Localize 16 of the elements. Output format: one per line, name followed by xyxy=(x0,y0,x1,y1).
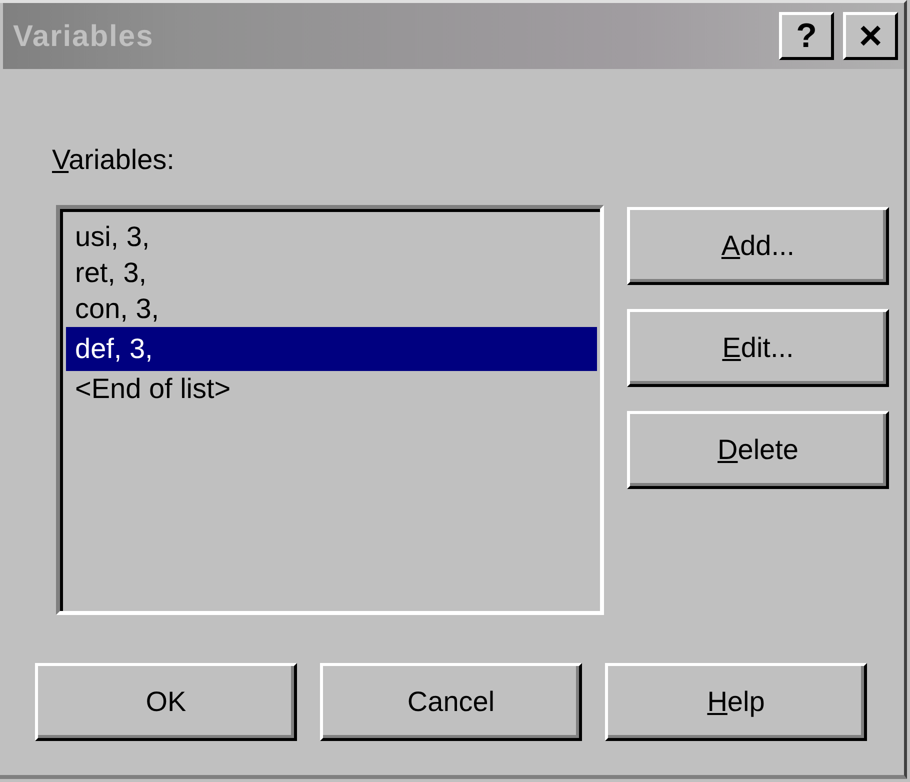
dialog-button[interactable]: Cancel xyxy=(320,663,582,741)
variables-list[interactable]: usi, 3, ret, 3, con, 3, def, 3, <End of list> xyxy=(56,205,604,615)
dialog-button[interactable]: Help xyxy=(605,663,867,741)
window-title: Variables xyxy=(13,18,154,54)
dialog-button[interactable]: OK xyxy=(35,663,297,741)
list-item[interactable]: con, 3, xyxy=(66,291,597,327)
list-item[interactable]: usi, 3, xyxy=(66,219,597,255)
dialog-button[interactable]: Delete xyxy=(627,411,889,489)
help-button[interactable]: ? xyxy=(779,12,834,60)
close-button[interactable]: × xyxy=(843,12,898,60)
list-item[interactable]: ret, 3, xyxy=(66,255,597,291)
dialog-button[interactable]: Edit... xyxy=(627,309,889,387)
list-item[interactable]: def, 3, xyxy=(66,327,597,371)
list-label: Variables: xyxy=(52,143,174,177)
dialog-button[interactable]: Add... xyxy=(627,207,889,285)
list-item[interactable]: <End of list> xyxy=(66,371,597,407)
